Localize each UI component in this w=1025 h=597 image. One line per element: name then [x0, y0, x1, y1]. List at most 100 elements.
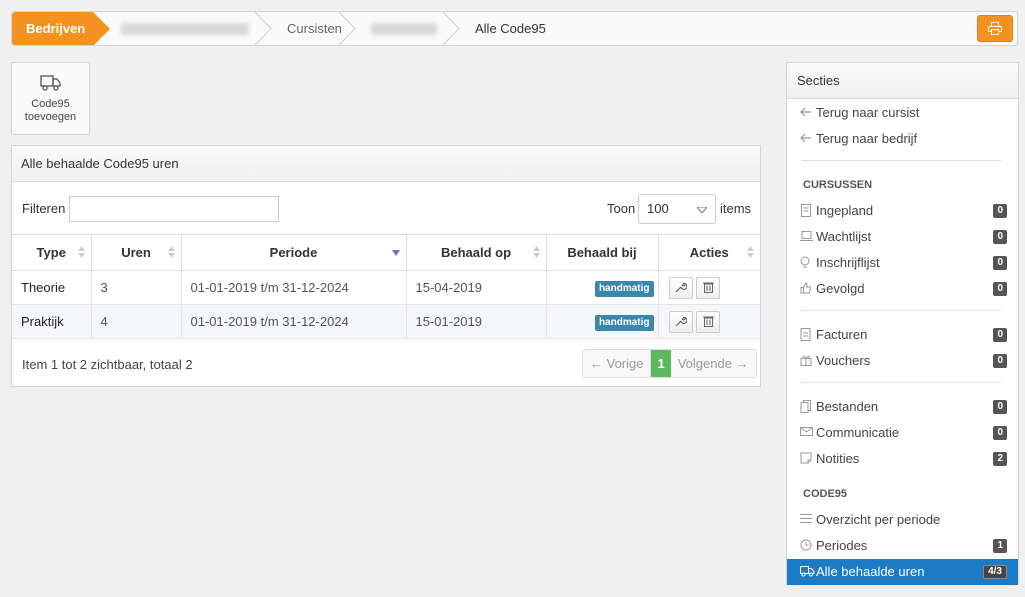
sidebar-label: Terug naar bedrijf: [816, 131, 918, 146]
sidebar-label: Gevolgd: [816, 281, 865, 296]
sidebar-label: Facturen: [816, 327, 868, 342]
column-label: Periode: [269, 245, 318, 260]
sidebar-label: Inschrijflijst: [816, 255, 880, 270]
sidebar-item-alle-uren[interactable]: Alle behaalde uren 4/3: [787, 559, 1018, 585]
cell-periode: 01-01-2019 t/m 31-12-2024: [181, 304, 407, 339]
column-label: Behaald op: [440, 245, 512, 260]
delete-button[interactable]: [696, 276, 721, 299]
sort-desc-icon: [391, 250, 400, 256]
page-size-select[interactable]: 100: [638, 194, 716, 224]
breadcrumb-label: Alle Code95: [475, 21, 546, 36]
cell-uren: 3: [91, 270, 182, 305]
breadcrumb-item-cursisten[interactable]: Cursisten: [263, 12, 356, 45]
sidebar-item-wachtlijst[interactable]: Wachtlijst 0: [787, 224, 1018, 250]
sidebar-item-gevolgd[interactable]: Gevolgd 0: [787, 276, 1018, 302]
clock-icon: [800, 539, 812, 551]
sidebar-item-bestanden[interactable]: Bestanden 0: [787, 394, 1018, 420]
status-badge: handmatig: [594, 280, 654, 297]
divider: [801, 160, 1001, 161]
column-header-behaald-op[interactable]: Behaald op: [406, 234, 547, 271]
sidebar-item-overzicht[interactable]: Overzicht per periode: [787, 507, 1018, 533]
wrench-icon: [675, 316, 688, 326]
column-header-uren[interactable]: Uren: [91, 234, 182, 271]
truck-icon: [800, 566, 815, 577]
sidebar-title: Secties: [787, 63, 1018, 99]
breadcrumb: Bedrijven Cursisten Alle Code95: [11, 11, 1018, 46]
trash-icon: [702, 282, 714, 293]
sidebar-item-periodes[interactable]: Periodes 1: [787, 533, 1018, 559]
chevron-separator-icon: [442, 12, 460, 45]
page-1-button[interactable]: 1: [651, 350, 671, 377]
sidebar-label: Notities: [816, 451, 860, 466]
cell-acties: [658, 270, 760, 305]
wrench-icon: [675, 282, 688, 292]
section-heading-cursussen: CURSUSSEN: [803, 179, 873, 191]
divider: [801, 310, 1001, 311]
sidebar-item-facturen[interactable]: Facturen 0: [787, 322, 1018, 348]
breadcrumb-item-current: Alle Code95: [451, 12, 560, 45]
laptop-icon: [800, 231, 813, 241]
filter-input[interactable]: [69, 196, 279, 222]
cell-behaald-bij: handmatig: [546, 270, 659, 305]
divider: [801, 382, 1001, 383]
edit-button[interactable]: [668, 310, 693, 333]
add-code95-button[interactable]: Code95 toevoegen: [11, 62, 90, 135]
arrow-left-icon: [800, 133, 811, 143]
sidebar-label: Vouchers: [816, 353, 871, 368]
count-badge: 0: [993, 204, 1007, 218]
table-row: Theorie 3 01-01-2019 t/m 31-12-2024 15-0…: [12, 270, 760, 305]
cell-behaald-op: 15-01-2019: [406, 304, 547, 339]
sidebar-item-back-cursist[interactable]: Terug naar cursist: [787, 100, 1018, 126]
count-badge: 2: [993, 452, 1007, 466]
sidebar-item-notities[interactable]: Notities 2: [787, 446, 1018, 472]
delete-button[interactable]: [696, 310, 721, 333]
sidebar-item-back-bedrijf[interactable]: Terug naar bedrijf: [787, 126, 1018, 152]
breadcrumb-item-bedrijven[interactable]: Bedrijven: [12, 12, 110, 46]
count-badge: 4/3: [983, 565, 1007, 579]
breadcrumb-item-cursist[interactable]: [347, 12, 460, 45]
trash-icon: [702, 316, 714, 327]
count-badge: 0: [993, 426, 1007, 440]
thumbs-up-icon: [800, 282, 812, 294]
column-header-behaald-bij[interactable]: Behaald bij: [546, 234, 659, 271]
edit-button[interactable]: [668, 276, 693, 299]
sidebar-item-communicatie[interactable]: Communicatie 0: [787, 420, 1018, 446]
column-header-acties[interactable]: Acties: [658, 234, 760, 271]
sidebar-item-ingepland[interactable]: Ingepland 0: [787, 198, 1018, 224]
code95-panel: Alle behaalde Code95 uren Filteren Toon …: [11, 145, 761, 387]
truck-icon: [39, 74, 61, 91]
lightbulb-icon: [800, 256, 810, 268]
breadcrumb-label: Cursisten: [287, 21, 342, 36]
cell-uren: 4: [91, 304, 182, 339]
list-icon: [800, 514, 812, 523]
pagination: ← Vorige 1 Volgende →: [582, 349, 757, 378]
print-button[interactable]: [977, 15, 1013, 42]
cell-acties: [658, 304, 760, 339]
column-label: Type: [36, 245, 66, 260]
pagination-info: Item 1 tot 2 zichtbaar, totaal 2: [22, 357, 193, 372]
sidebar-label: Terug naar cursist: [816, 105, 920, 120]
column-label: Acties: [689, 245, 729, 260]
filter-row: Filteren Toon 100 items: [12, 182, 760, 234]
sort-icon: [532, 246, 540, 258]
column-header-type[interactable]: Type: [12, 234, 92, 271]
sidebar-item-inschrijflijst[interactable]: Inschrijflijst 0: [787, 250, 1018, 276]
cell-type: Praktijk: [12, 304, 92, 339]
sidebar-item-vouchers[interactable]: Vouchers 0: [787, 348, 1018, 374]
sort-icon: [167, 246, 175, 258]
sections-sidebar: Secties Terug naar cursist Terug naar be…: [786, 62, 1019, 585]
next-page-button[interactable]: Volgende →: [670, 350, 756, 377]
document-icon: [801, 204, 811, 217]
add-button-label-1: Code95: [31, 97, 70, 110]
chevron-separator-icon: [338, 12, 356, 45]
prev-page-button[interactable]: ← Vorige: [583, 350, 652, 377]
panel-title: Alle behaalde Code95 uren: [12, 146, 760, 182]
column-header-periode[interactable]: Periode: [181, 234, 407, 271]
count-badge: 0: [993, 328, 1007, 342]
cell-behaald-bij: handmatig: [546, 304, 659, 339]
section-heading-code95: CODE95: [803, 488, 848, 500]
cell-periode: 01-01-2019 t/m 31-12-2024: [181, 270, 407, 305]
table-footer: Item 1 tot 2 zichtbaar, totaal 2 ← Vorig…: [12, 339, 760, 387]
count-badge: 0: [993, 354, 1007, 368]
breadcrumb-item-company[interactable]: [93, 12, 272, 45]
